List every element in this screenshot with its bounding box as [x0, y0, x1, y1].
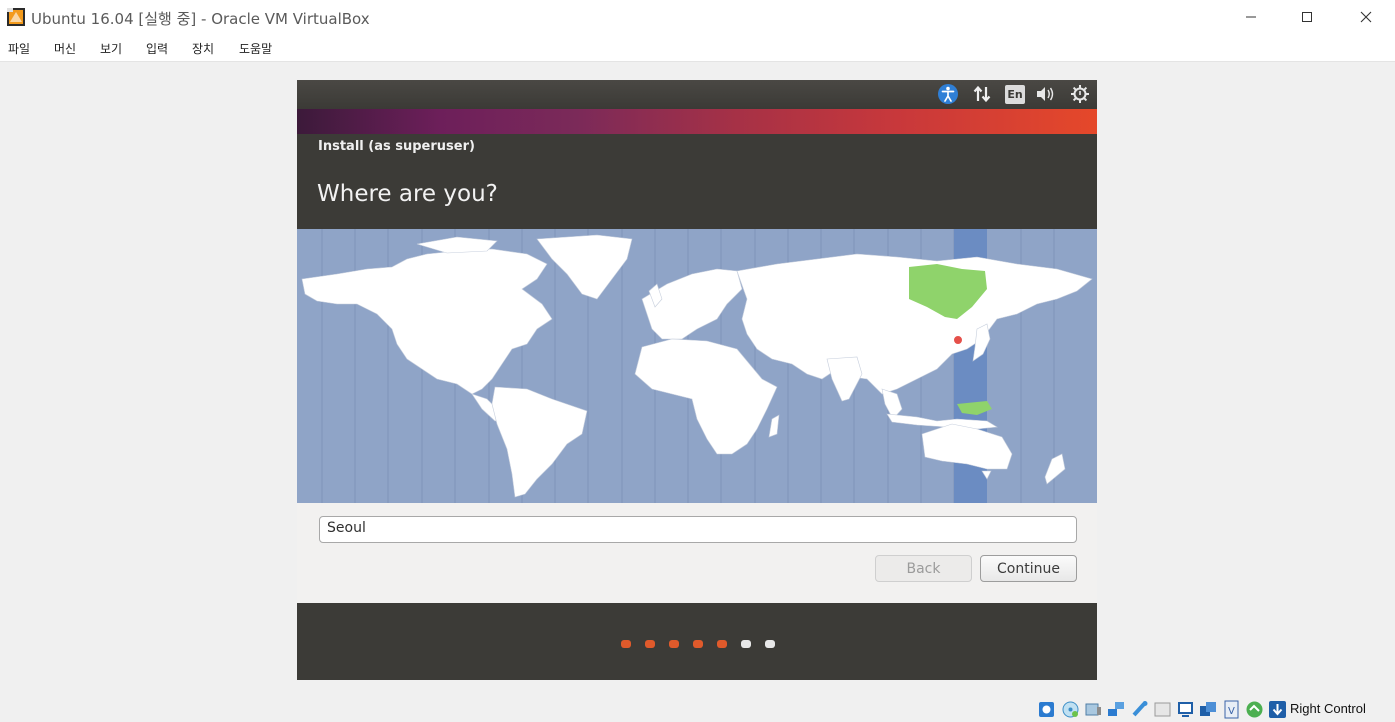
hard-disk-icon[interactable]	[1037, 700, 1056, 719]
audio-icon[interactable]	[1084, 700, 1103, 719]
menu-view[interactable]: 보기	[100, 40, 122, 57]
location-pin-icon[interactable]	[953, 335, 963, 345]
usb-icon[interactable]	[1130, 700, 1149, 719]
installer-footer	[297, 603, 1097, 680]
installer-header: Install (as superuser) Where are you?	[297, 134, 1097, 229]
installer-page-title: Where are you?	[317, 181, 498, 207]
close-button[interactable]	[1343, 0, 1389, 34]
svg-text:V: V	[1228, 706, 1235, 717]
accessibility-icon	[938, 84, 958, 104]
progress-dot-todo	[765, 640, 775, 648]
progress-dot-done	[645, 640, 655, 648]
optical-drive-icon[interactable]	[1061, 700, 1080, 719]
menu-file[interactable]: 파일	[8, 40, 30, 57]
ubuntu-top-panel: En	[297, 80, 1097, 109]
host-key-label: Right Control	[1290, 701, 1366, 716]
menu-help[interactable]: 도움말	[239, 40, 272, 57]
shared-folders-icon[interactable]	[1153, 700, 1172, 719]
back-button[interactable]: Back	[875, 555, 972, 582]
progress-dot-done	[669, 640, 679, 648]
minimize-button[interactable]	[1228, 0, 1274, 34]
continue-button[interactable]: Continue	[980, 555, 1077, 582]
maximize-icon	[1302, 12, 1312, 22]
host-key-arrow-icon[interactable]	[1268, 700, 1287, 719]
location-input[interactable]: Seoul	[319, 516, 1077, 543]
menu-bar: 파일 머신 보기 입력 장치 도움말	[0, 34, 1395, 62]
network-icon[interactable]	[1107, 700, 1126, 719]
guest-additions-icon[interactable]	[1245, 700, 1264, 719]
progress-dot-done	[717, 640, 727, 648]
network-arrows-icon	[973, 85, 991, 103]
maximize-button[interactable]	[1284, 0, 1330, 34]
world-map-graphic[interactable]	[297, 229, 1097, 503]
menu-machine[interactable]: 머신	[54, 40, 76, 57]
installer-subtitle: Install (as superuser)	[318, 139, 475, 154]
keyboard-layout-indicator[interactable]: En	[1005, 85, 1025, 104]
ubuntu-aubergine-banner	[297, 109, 1097, 134]
timezone-map[interactable]	[297, 229, 1097, 503]
menu-devices[interactable]: 장치	[192, 40, 214, 57]
recording-icon[interactable]	[1199, 700, 1218, 719]
menu-input[interactable]: 입력	[146, 40, 168, 57]
guest-screen[interactable]: En Install (as superuser) Where are you?	[297, 80, 1097, 680]
progress-dot-done	[621, 640, 631, 648]
progress-dot-done	[693, 640, 703, 648]
close-icon	[1360, 11, 1372, 23]
power-gear-icon	[1071, 85, 1089, 103]
display-icon[interactable]	[1176, 700, 1195, 719]
progress-dot-todo	[741, 640, 751, 648]
virtualbox-app-icon[interactable]	[6, 7, 26, 27]
minimize-icon	[1246, 16, 1256, 18]
accessibility-button[interactable]	[937, 83, 959, 105]
cpu-virtualization-icon[interactable]: V	[1222, 700, 1241, 719]
volume-icon	[1037, 87, 1054, 101]
vbox-statusbar: V Right Control	[0, 697, 1395, 722]
window-titlebar: Ubuntu 16.04 [실행 중] - Oracle VM VirtualB…	[0, 0, 1395, 34]
volume-button[interactable]	[1035, 83, 1057, 105]
session-menu-button[interactable]	[1069, 83, 1091, 105]
network-button[interactable]	[971, 83, 993, 105]
window-title: Ubuntu 16.04 [실행 중] - Oracle VM VirtualB…	[31, 10, 370, 28]
